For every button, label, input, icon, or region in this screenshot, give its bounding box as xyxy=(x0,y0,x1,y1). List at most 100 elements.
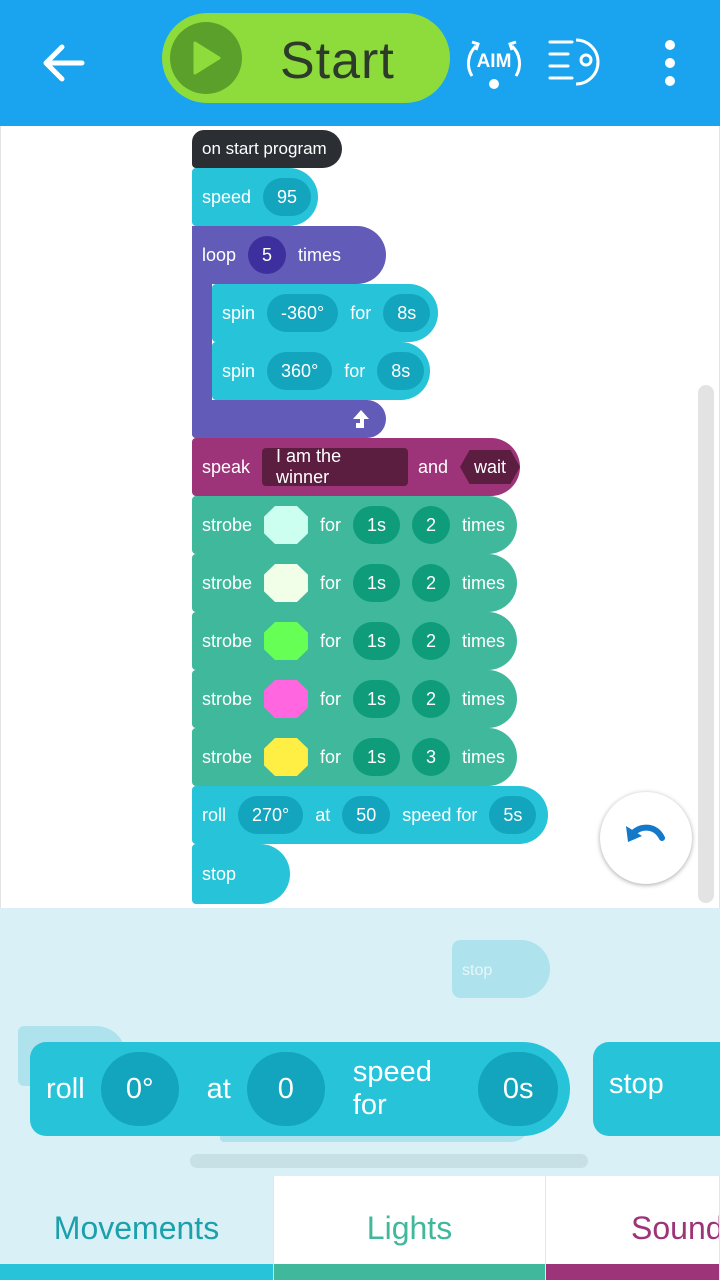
strobe-block[interactable]: strobe for 1s 3 times xyxy=(192,728,517,786)
strobe-count[interactable]: 3 xyxy=(411,738,450,776)
strobe-block[interactable]: strobe for 1s 2 times xyxy=(192,496,517,554)
strobe-suffix: times xyxy=(461,572,505,593)
strobe-suffix: times xyxy=(461,746,505,767)
spin-for: for xyxy=(344,360,366,381)
start-label: Start xyxy=(280,32,395,90)
play-icon xyxy=(170,22,242,94)
palette-scrollbar[interactable] xyxy=(190,1154,588,1168)
loop-word: loop xyxy=(202,244,237,265)
strobe-duration[interactable]: 1s xyxy=(352,680,400,718)
palette-roll-block[interactable]: roll 0° at 0 speed for 0s xyxy=(30,1042,570,1136)
tab-sound[interactable]: Sound xyxy=(546,1176,720,1280)
undo-icon xyxy=(626,824,665,842)
spin-word: spin xyxy=(222,360,256,381)
strobe-count[interactable]: 2 xyxy=(411,622,450,660)
loop-block-footer[interactable] xyxy=(192,400,386,438)
roll-heading[interactable]: 270° xyxy=(238,796,304,834)
spin-block[interactable]: spin 360° for 8s xyxy=(212,342,430,400)
palette-roll-duration[interactable]: 0s xyxy=(478,1052,558,1126)
strobe-color-swatch[interactable] xyxy=(264,506,308,544)
tab-movements-indicator xyxy=(0,1264,273,1280)
strobe-for: for xyxy=(319,688,341,709)
strobe-color-swatch[interactable] xyxy=(264,680,308,718)
strobe-color-swatch[interactable] xyxy=(264,738,308,776)
strobe-color-swatch[interactable] xyxy=(264,622,308,660)
palette-stop-label: stop xyxy=(609,1068,664,1100)
tab-movements-label: Movements xyxy=(53,1209,220,1246)
strobe-for: for xyxy=(319,746,341,767)
back-button[interactable] xyxy=(38,40,88,86)
spin-angle[interactable]: -360° xyxy=(267,294,339,332)
canvas-scrollbar[interactable] xyxy=(698,385,714,903)
program-list-button[interactable] xyxy=(546,36,606,88)
loop-suffix: times xyxy=(298,244,342,265)
strobe-count[interactable]: 2 xyxy=(411,680,450,718)
strobe-suffix: times xyxy=(461,514,505,535)
speed-value[interactable]: 95 xyxy=(263,178,312,216)
strobe-word: strobe xyxy=(202,630,253,651)
tab-lights-indicator xyxy=(274,1264,545,1280)
strobe-block[interactable]: strobe for 1s 2 times xyxy=(192,670,517,728)
strobe-duration[interactable]: 1s xyxy=(352,622,400,660)
spin-block[interactable]: spin -360° for 8s xyxy=(212,284,438,342)
strobe-color-swatch[interactable] xyxy=(264,564,308,602)
loop-block[interactable]: loop 5 times xyxy=(192,226,386,284)
undo-button[interactable] xyxy=(600,792,692,884)
on-start-program-block[interactable]: on start program xyxy=(192,130,342,168)
strobe-for: for xyxy=(319,572,341,593)
strobe-duration[interactable]: 1s xyxy=(352,564,400,602)
spin-duration[interactable]: 8s xyxy=(377,352,425,390)
tab-sound-label: Sound xyxy=(631,1209,720,1246)
aim-button[interactable]: AIM xyxy=(462,32,526,94)
speak-wait-toggle[interactable]: wait xyxy=(459,450,520,484)
speak-text-field[interactable]: I am the winner xyxy=(262,446,408,487)
strobe-count[interactable]: 2 xyxy=(411,564,450,602)
start-button[interactable]: Start xyxy=(162,13,450,103)
palette-roll-heading[interactable]: 0° xyxy=(100,1052,179,1126)
more-options-button[interactable] xyxy=(652,36,688,90)
ghost-stop-block: stop xyxy=(452,940,550,998)
palette-roll-speed[interactable]: 0 xyxy=(246,1052,325,1126)
roll-speed[interactable]: 50 xyxy=(342,796,391,834)
palette-roll-at: at xyxy=(206,1072,231,1105)
stop-word: stop xyxy=(202,863,237,884)
roll-at: at xyxy=(315,804,331,825)
strobe-word: strobe xyxy=(202,514,253,535)
roll-duration[interactable]: 5s xyxy=(489,796,537,834)
tab-lights-label: Lights xyxy=(366,1209,453,1246)
palette-roll-speed-for: speed for xyxy=(352,1056,432,1121)
roll-block[interactable]: roll 270° at 50 speed for 5s xyxy=(192,786,548,844)
more-vert-icon xyxy=(665,40,675,86)
palette-stop-block[interactable]: stop xyxy=(593,1042,720,1136)
speed-block[interactable]: speed 95 xyxy=(192,168,318,226)
strobe-duration[interactable]: 1s xyxy=(352,738,400,776)
loop-count[interactable]: 5 xyxy=(248,236,287,274)
stop-block[interactable]: stop xyxy=(192,844,290,904)
speak-and: and xyxy=(417,456,448,477)
strobe-block[interactable]: strobe for 1s 2 times xyxy=(192,612,517,670)
strobe-for: for xyxy=(319,630,341,651)
roll-speed-for: speed for xyxy=(402,804,478,825)
strobe-duration[interactable]: 1s xyxy=(352,506,400,544)
top-app-bar: Start AIM xyxy=(0,0,720,126)
strobe-suffix: times xyxy=(461,630,505,651)
strobe-for: for xyxy=(319,514,341,535)
spin-angle[interactable]: 360° xyxy=(267,352,333,390)
tab-lights[interactable]: Lights xyxy=(274,1176,546,1280)
tab-movements[interactable]: Movements xyxy=(0,1176,274,1280)
loop-return-arrow-icon xyxy=(353,410,369,428)
strobe-count[interactable]: 2 xyxy=(411,506,450,544)
speak-word: speak xyxy=(202,456,251,477)
spin-duration[interactable]: 8s xyxy=(383,294,431,332)
strobe-word: strobe xyxy=(202,688,253,709)
roll-word: roll xyxy=(202,804,227,825)
robot-list-icon xyxy=(548,38,600,86)
strobe-word: strobe xyxy=(202,746,253,767)
arrow-left-icon xyxy=(43,44,85,82)
block-palette[interactable]: stop roll 0° at 0 speed for 0s stop xyxy=(0,908,720,1176)
spin-word: spin xyxy=(222,302,256,323)
strobe-block[interactable]: strobe for 1s 2 times xyxy=(192,554,517,612)
ghost-stop-label: stop xyxy=(462,962,493,979)
speak-block[interactable]: speak I am the winner and wait xyxy=(192,438,520,496)
spin-for: for xyxy=(350,302,372,323)
